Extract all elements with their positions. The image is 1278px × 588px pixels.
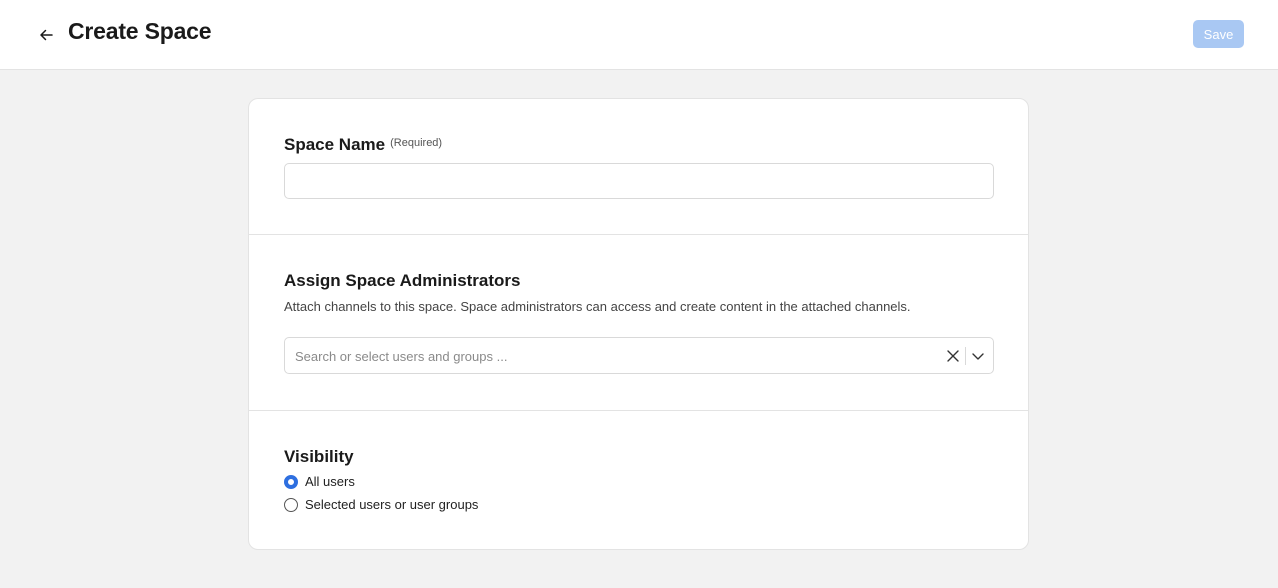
space-name-label-row: Space Name (Required) [284, 135, 442, 155]
radio-label: All users [305, 474, 355, 489]
visibility-label: Visibility [284, 447, 354, 466]
radio-selected-users[interactable]: Selected users or user groups [284, 497, 478, 512]
space-name-label: Space Name [284, 135, 386, 154]
space-name-section: Space Name (Required) [249, 99, 1028, 235]
radio-button[interactable] [284, 497, 298, 512]
administrators-description: Attach channels to this space. Space adm… [284, 299, 911, 314]
radio-label: Selected users or user groups [305, 497, 479, 512]
administrators-select[interactable]: Search or select users and groups ... [284, 337, 994, 374]
visibility-section: Visibility All users Selected users or u… [249, 411, 1028, 549]
administrators-label-row: Assign Space Administrators [284, 271, 521, 291]
back-arrow-icon [40, 29, 53, 41]
back-button[interactable] [36, 25, 56, 45]
required-hint: (Required) [390, 137, 443, 149]
create-space-form: Space Name (Required) Assign Space Admin… [248, 98, 1029, 550]
visibility-label-row: Visibility [284, 447, 354, 467]
administrators-select-placeholder: Search or select users and groups ... [295, 349, 508, 364]
administrators-section: Assign Space Administrators Attach chann… [249, 235, 1028, 411]
save-button[interactable]: Save [1193, 20, 1244, 48]
page-title: Create Space [68, 18, 212, 44]
select-divider [965, 347, 966, 365]
radio-button-selected[interactable] [284, 474, 298, 489]
chevron-down-icon[interactable] [970, 348, 986, 364]
close-icon[interactable] [945, 348, 961, 364]
radio-all-users[interactable]: All users [284, 474, 355, 489]
top-bar: Create Space Save [0, 0, 1278, 70]
administrators-label: Assign Space Administrators [284, 271, 521, 290]
space-name-input[interactable] [284, 163, 994, 199]
